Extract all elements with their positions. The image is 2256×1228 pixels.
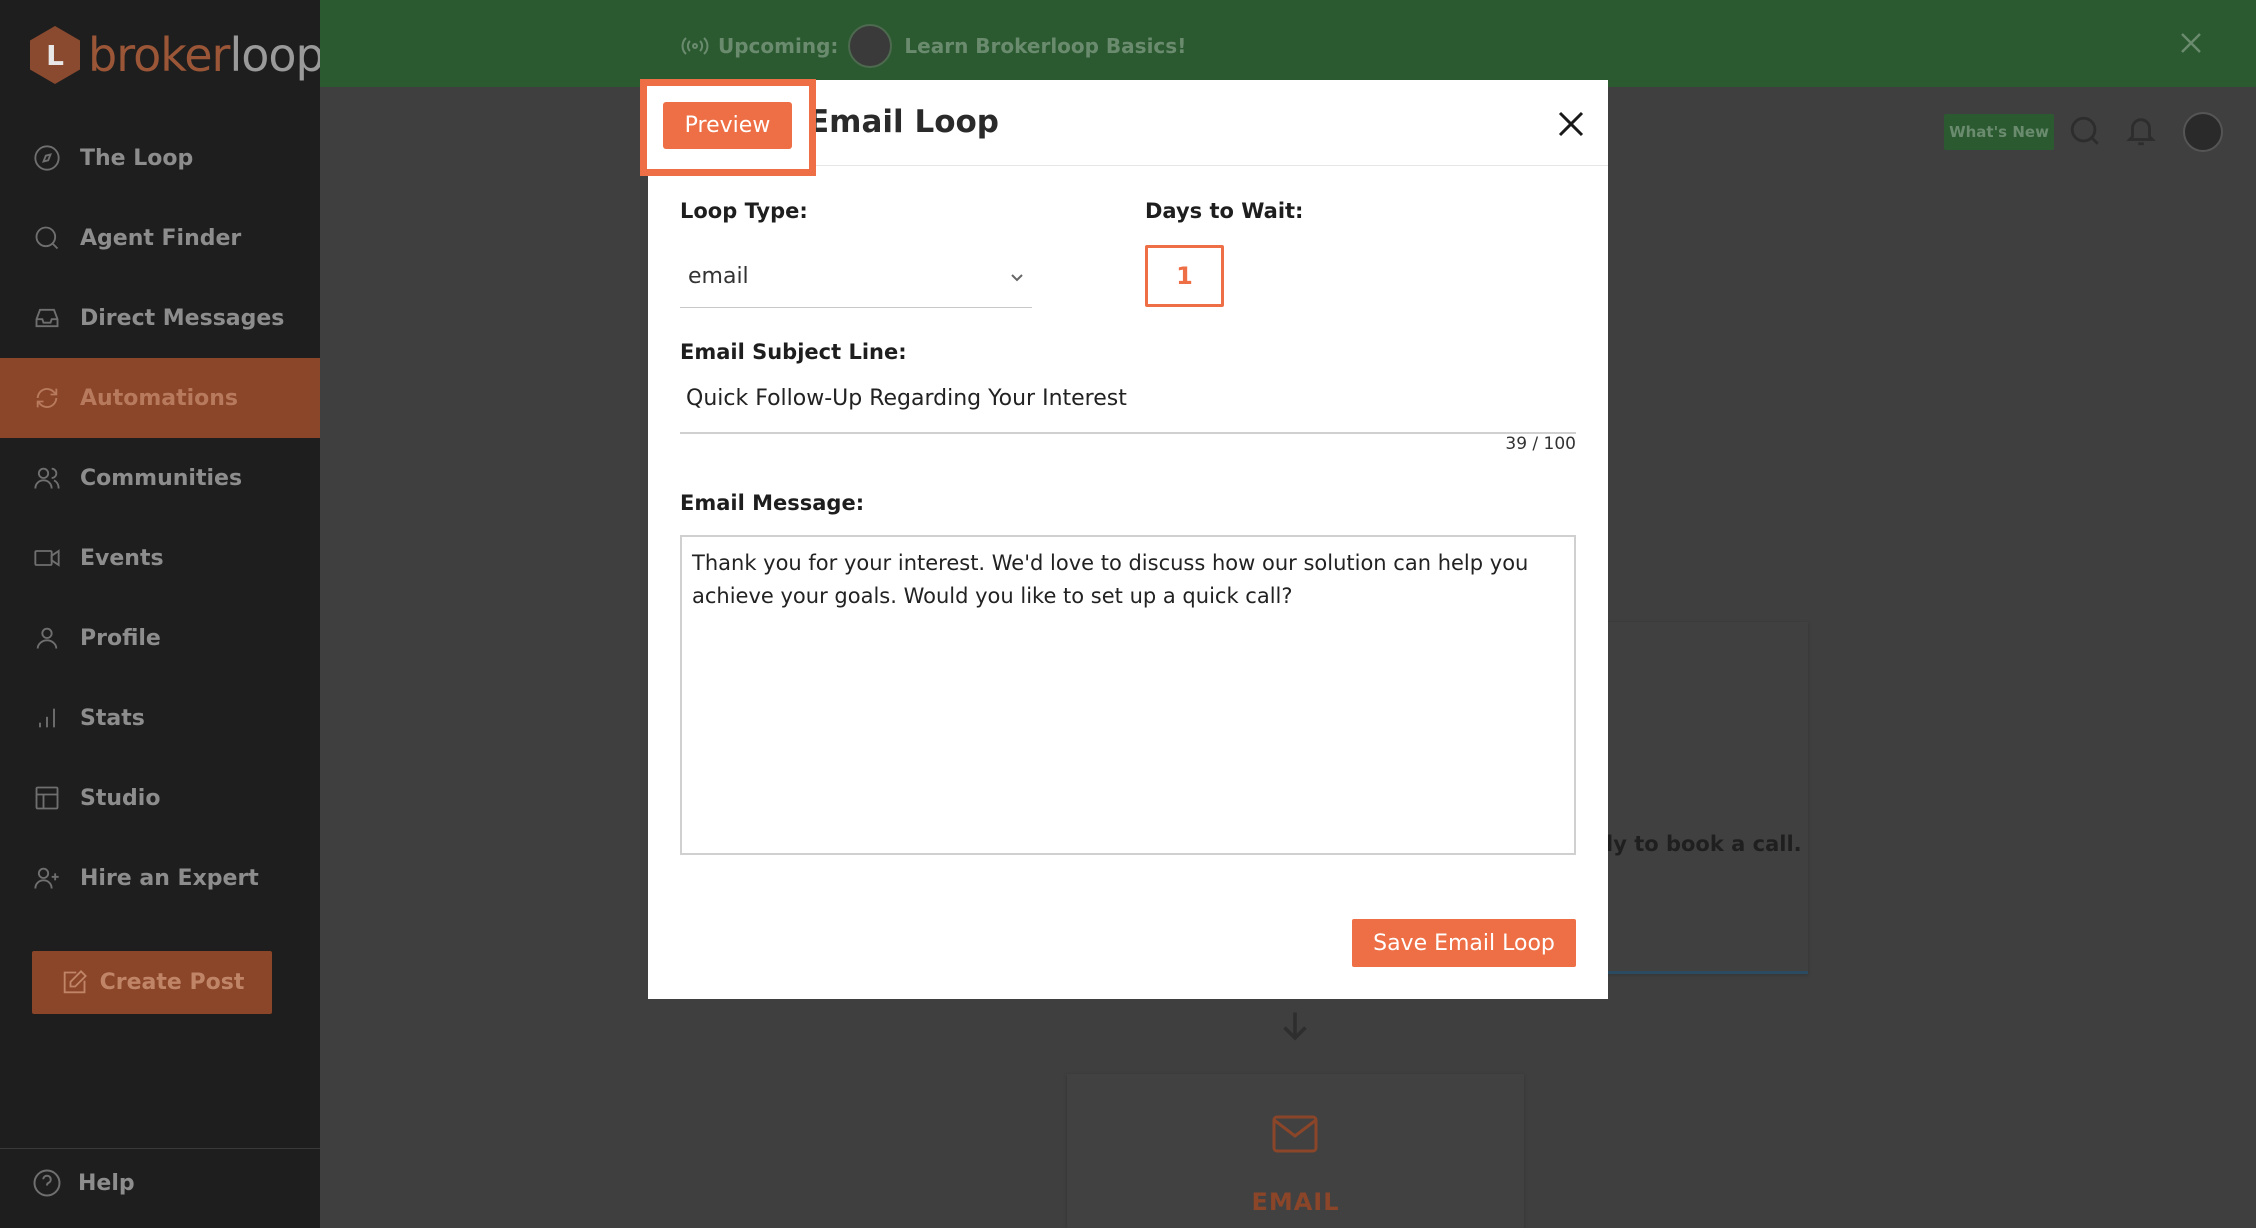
preview-button[interactable]: Preview: [663, 102, 792, 149]
sidebar-item-label: Direct Messages: [80, 305, 285, 331]
notifications-button[interactable]: [2124, 114, 2160, 150]
modal-title: Email Loop: [808, 104, 999, 140]
sidebar-item-the-loop[interactable]: The Loop: [0, 118, 320, 198]
event-title[interactable]: Learn Brokerloop Basics!: [904, 34, 1186, 58]
sidebar-item-agent-finder[interactable]: Agent Finder: [0, 198, 320, 278]
compass-icon: [32, 143, 62, 173]
brand-logo[interactable]: L brokerloop: [30, 26, 325, 84]
sidebar-item-label: Stats: [80, 705, 145, 731]
sidebar-item-direct-messages[interactable]: Direct Messages: [0, 278, 320, 358]
loop-type-select[interactable]: email: [680, 250, 1032, 308]
sidebar-divider: [0, 1148, 320, 1149]
sidebar-nav: The Loop Agent Finder Direct Messages Au…: [0, 118, 320, 918]
sidebar-item-label: Automations: [80, 385, 239, 411]
help-icon: [33, 1169, 61, 1197]
sidebar-item-automations[interactable]: Automations: [0, 358, 320, 438]
user-avatar[interactable]: [2183, 112, 2223, 152]
loop-type-value: email: [688, 264, 749, 289]
email-message-textarea[interactable]: Thank you for your interest. We'd love t…: [680, 535, 1576, 855]
step-card-text: ly to book a call.: [1606, 832, 1802, 856]
arrow-down-icon: [1277, 1008, 1313, 1044]
bar-chart-icon: [32, 703, 62, 733]
users-icon: [32, 463, 62, 493]
help-label: Help: [78, 1170, 135, 1196]
layout-icon: [32, 783, 62, 813]
sidebar-item-label: Events: [80, 545, 164, 571]
sidebar-item-hire-an-expert[interactable]: Hire an Expert: [0, 838, 320, 918]
days-to-wait-input[interactable]: 1: [1145, 245, 1224, 307]
sidebar-item-studio[interactable]: Studio: [0, 758, 320, 838]
sidebar-item-label: Communities: [80, 465, 243, 491]
email-subject-input[interactable]: Quick Follow-Up Regarding Your Interest: [680, 378, 1576, 434]
user-plus-icon: [32, 863, 62, 893]
whats-new-button[interactable]: What's New: [1944, 114, 2054, 150]
email-step-card: EMAIL: [1067, 1074, 1524, 1228]
user-icon: [32, 623, 62, 653]
sidebar-item-label: Agent Finder: [80, 225, 242, 251]
days-to-wait-label: Days to Wait:: [1145, 199, 1304, 223]
bell-icon: [2126, 118, 2156, 146]
sidebar-item-stats[interactable]: Stats: [0, 678, 320, 758]
upcoming-event-banner: Upcoming: Learn Brokerloop Basics!: [320, 0, 2256, 87]
banner-close-button[interactable]: [2178, 30, 2204, 56]
header-search-button[interactable]: [2068, 114, 2104, 150]
search-icon: [32, 223, 62, 253]
email-message-label: Email Message:: [680, 491, 865, 515]
video-icon: [32, 543, 62, 573]
create-post-button[interactable]: Create Post: [32, 951, 272, 1014]
sidebar: L brokerloop The Loop Agent Finder Direc…: [0, 0, 325, 1228]
logo-text: brokerloop: [88, 28, 325, 82]
help-link[interactable]: Help: [32, 1168, 135, 1198]
subject-char-counter: 39 / 100: [1505, 434, 1576, 454]
sidebar-item-label: Hire an Expert: [80, 865, 259, 891]
upcoming-label: Upcoming:: [718, 34, 839, 58]
email-step-label: EMAIL: [1251, 1188, 1340, 1216]
broadcast-icon: [681, 37, 709, 55]
search-icon: [2070, 116, 2099, 145]
host-avatar: [848, 24, 893, 68]
close-icon: [2181, 33, 2201, 53]
envelope-icon: [1271, 1114, 1319, 1154]
email-subject-label: Email Subject Line:: [680, 340, 907, 364]
sidebar-item-events[interactable]: Events: [0, 518, 320, 598]
inbox-icon: [32, 303, 62, 333]
chevron-down-icon: [1010, 270, 1028, 288]
refresh-icon: [32, 383, 62, 413]
sidebar-item-label: The Loop: [80, 145, 194, 171]
save-email-loop-button[interactable]: Save Email Loop: [1352, 919, 1576, 967]
sidebar-item-communities[interactable]: Communities: [0, 438, 320, 518]
sidebar-item-profile[interactable]: Profile: [0, 598, 320, 678]
logo-mark: L: [30, 26, 80, 84]
sidebar-item-label: Studio: [80, 785, 161, 811]
email-subject-value: Quick Follow-Up Regarding Your Interest: [686, 386, 1127, 411]
banner-content[interactable]: Upcoming: Learn Brokerloop Basics!: [680, 24, 1186, 68]
edit-icon: [63, 969, 87, 993]
loop-type-label: Loop Type:: [680, 199, 808, 223]
close-icon: [1558, 111, 1584, 137]
modal-close-button[interactable]: [1557, 110, 1585, 138]
sidebar-item-label: Profile: [80, 625, 161, 651]
create-post-label: Create Post: [99, 970, 245, 995]
